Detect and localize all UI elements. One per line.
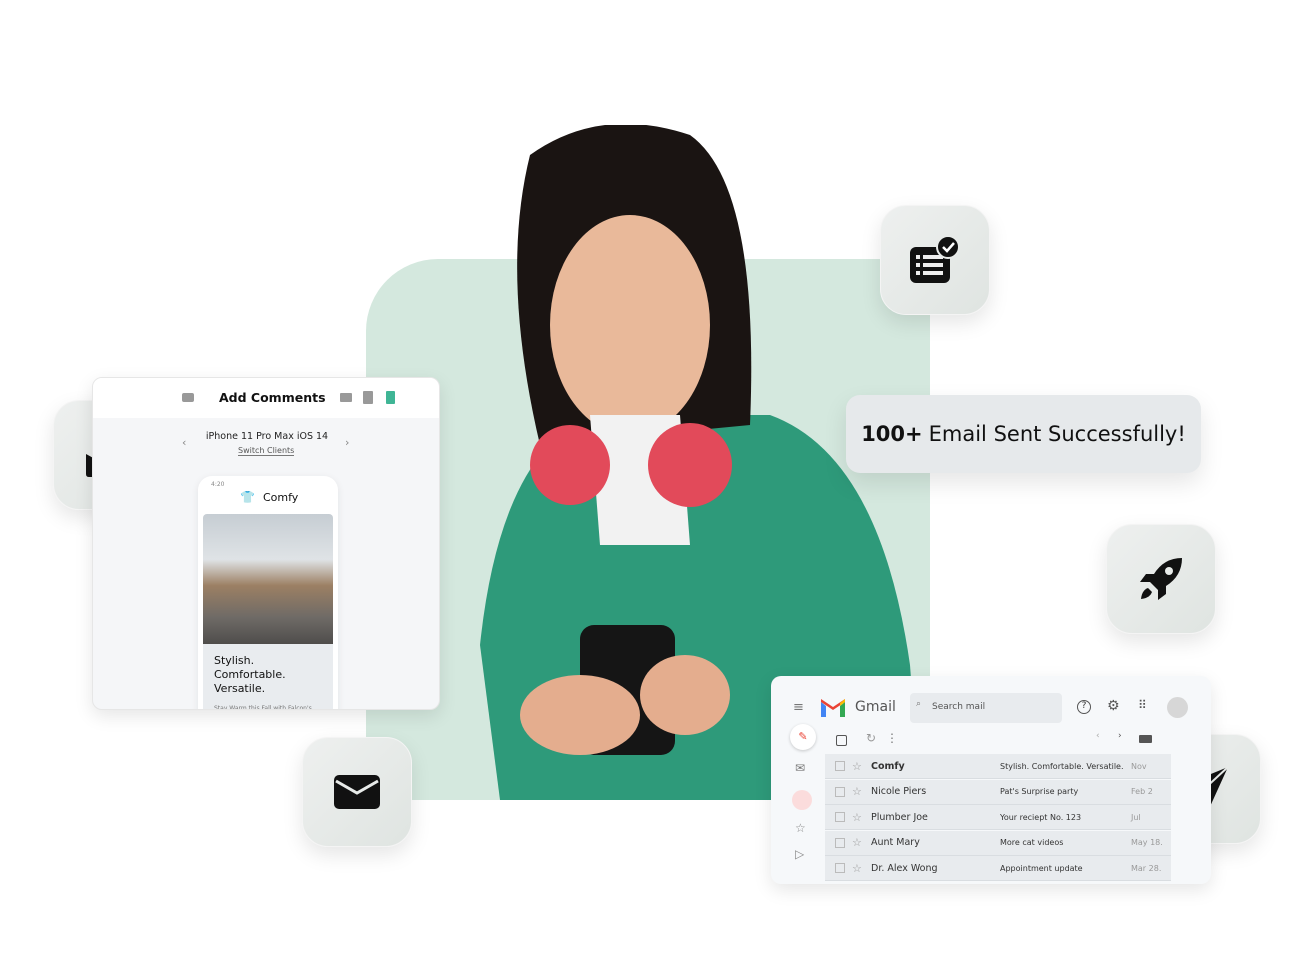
help-icon[interactable]: ? <box>1077 700 1091 714</box>
sent-nav-icon[interactable]: ▷ <box>795 847 804 861</box>
mail-nav-icon[interactable]: ✉ <box>795 761 805 775</box>
tablet-view-icon[interactable] <box>363 391 373 404</box>
panel-title: Add Comments <box>219 390 326 405</box>
sender: Comfy <box>871 760 905 772</box>
search-placeholder: Search mail <box>932 702 986 712</box>
subject: Your reciept No. 123 <box>1000 812 1082 822</box>
brand-name: Comfy <box>263 491 299 504</box>
keyboard-icon[interactable] <box>1139 735 1152 743</box>
phone-mockup: 4:20 👕 Comfy Stylish. Comfortable. Versa… <box>198 476 338 710</box>
sender: Aunt Mary <box>871 837 920 848</box>
date: Nov <box>1131 761 1147 771</box>
sent-count: 100+ <box>861 422 923 446</box>
success-message: Email Sent Successfully! <box>928 422 1186 446</box>
row-checkbox[interactable] <box>835 786 845 797</box>
device-name: iPhone 11 Pro Max iOS 14 <box>205 431 329 442</box>
star-icon[interactable]: ☆ <box>852 862 862 875</box>
date: May 18. <box>1131 838 1163 847</box>
sender: Nicole Piers <box>871 786 927 797</box>
status-time: 4:20 <box>211 481 225 488</box>
envelope-tile <box>302 737 412 847</box>
date: Jul <box>1131 812 1141 822</box>
headline-1: Stylish. <box>214 654 255 667</box>
select-all-checkbox[interactable] <box>836 735 847 746</box>
date: Feb 2 <box>1131 787 1153 796</box>
star-icon[interactable]: ☆ <box>852 760 862 773</box>
tshirt-icon: 👕 <box>240 490 255 504</box>
settings-icon[interactable]: ⚙ <box>1107 698 1120 714</box>
subject: More cat videos <box>1000 838 1064 847</box>
apps-icon[interactable]: ⠿ <box>1138 698 1147 712</box>
row-checkbox[interactable] <box>835 761 845 771</box>
starred-nav-icon[interactable]: ☆ <box>795 821 806 835</box>
subject: Stylish. Comfortable. Versatile. <box>1000 761 1124 771</box>
sender: Plumber Joe <box>871 811 928 823</box>
gmail-logo-icon <box>821 699 845 717</box>
star-icon[interactable]: ☆ <box>852 836 862 849</box>
email-preview-panel: Add Comments ‹ iPhone 11 Pro Max iOS 14 … <box>92 377 440 710</box>
prev-page-icon[interactable]: ‹ <box>1096 731 1100 741</box>
refresh-icon[interactable]: ↻ <box>866 731 876 745</box>
avatar[interactable] <box>1167 697 1188 718</box>
switch-clients-link[interactable]: Switch Clients <box>238 446 295 456</box>
gmail-title: Gmail <box>855 699 896 715</box>
headline-3: Versatile. <box>214 682 266 695</box>
compose-button[interactable]: ✎ <box>790 724 816 750</box>
envelope-icon <box>334 775 380 809</box>
email-row[interactable]: ☆ Aunt Mary More cat videos May 18. <box>825 830 1171 856</box>
menu-icon[interactable]: ≡ <box>793 700 804 715</box>
search-icon: ⌕ <box>916 699 922 709</box>
next-page-icon[interactable]: › <box>1118 731 1122 741</box>
headline-2: Comfortable. <box>214 668 286 681</box>
desktop-view-icon[interactable] <box>340 393 352 402</box>
row-checkbox[interactable] <box>835 837 845 848</box>
success-banner: 100+ Email Sent Successfully! <box>846 395 1201 473</box>
star-icon[interactable]: ☆ <box>852 785 862 798</box>
sender: Dr. Alex Wong <box>871 862 938 874</box>
more-icon[interactable]: ⋮ <box>886 731 898 745</box>
body-text: Stay Warm this Fall with Falcon's <box>214 705 312 710</box>
email-row[interactable]: ☆ Nicole Piers Pat's Surprise party Feb 2 <box>825 779 1171 805</box>
rocket-tile <box>1106 524 1216 634</box>
clipboard-check-icon <box>910 235 960 283</box>
row-checkbox[interactable] <box>835 812 845 822</box>
email-row[interactable]: ☆ Plumber Joe Your reciept No. 123 Jul <box>825 805 1171 830</box>
star-icon[interactable]: ☆ <box>852 811 862 824</box>
next-client-button[interactable]: › <box>345 436 349 449</box>
email-row[interactable]: ☆ Dr. Alex Wong Appointment update Mar 28. <box>825 856 1171 881</box>
email-row[interactable]: ☆ Comfy Stylish. Comfortable. Versatile. No… <box>825 754 1171 779</box>
row-checkbox[interactable] <box>835 863 845 873</box>
inbox-nav-icon[interactable] <box>792 790 812 810</box>
subject: Appointment update <box>1000 863 1083 873</box>
gmail-window: ≡ Gmail ⌕ Search mail ? ⚙ ⠿ ✎ ↻ ⋮ ‹ › ✉ ☆… <box>771 676 1211 884</box>
rocket-icon <box>1140 558 1182 600</box>
search-mail-input[interactable]: ⌕ Search mail <box>910 693 1062 723</box>
subject: Pat's Surprise party <box>1000 787 1079 796</box>
date: Mar 28. <box>1131 863 1162 873</box>
mobile-view-icon[interactable] <box>386 391 395 404</box>
hiker-image <box>203 514 333 644</box>
clipboard-check-tile <box>880 205 990 315</box>
comment-icon[interactable] <box>182 393 194 402</box>
